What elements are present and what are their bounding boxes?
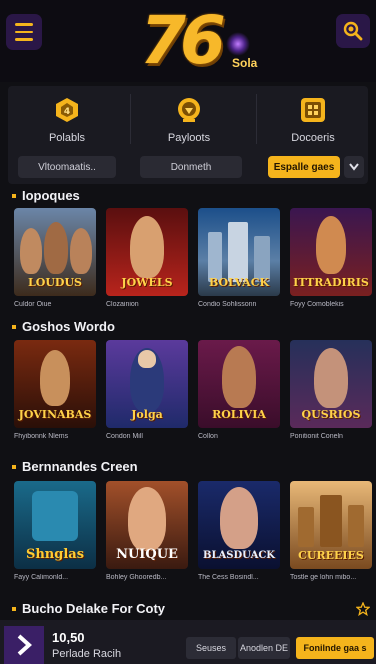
trophy-icon: 4 [53, 96, 81, 124]
game-caption: Ponitionit Coneln [290, 433, 343, 440]
filter-chip[interactable]: Donmeth [140, 156, 242, 178]
game-card[interactable]: ITTRADIRIS Foyy Comoblekis [290, 208, 372, 308]
game-card[interactable]: NUIQUE Bohley Ghooredb... [106, 481, 188, 581]
game-card[interactable]: JOVINABAS Fhyibonnk Nlems [14, 340, 96, 440]
filter-chip-active[interactable]: Espalle gaes [268, 156, 340, 178]
shield-icon [175, 96, 203, 124]
game-caption: Fhyibonnk Nlems [14, 433, 69, 440]
quick-item-docoeris[interactable]: Docoeris [258, 92, 368, 146]
game-card[interactable]: JOWELS Clozainion [106, 208, 188, 308]
game-caption: Bohley Ghooredb... [106, 574, 167, 581]
game-card[interactable]: BOLVACK Condio Sohlissonn [198, 208, 280, 308]
quick-item-label: Polabls [48, 132, 86, 144]
logo-number: 76 [140, 2, 226, 79]
search-button[interactable] [336, 14, 370, 48]
game-thumbnail: Jolga [106, 340, 188, 428]
section-bullet [12, 324, 16, 329]
game-card[interactable]: Jolga Condon Mill [106, 340, 188, 440]
game-art-title: CUREEIES [298, 549, 364, 562]
quick-menu-panel: 4 Polabls Payloots Docoeris Vltoomaatis.… [8, 86, 368, 184]
section-title: Bernnandes Creen [12, 459, 138, 474]
quick-item-payloots[interactable]: Payloots [134, 92, 244, 146]
game-thumbnail: ROLIVIA [198, 340, 280, 428]
site-logo[interactable]: 76 Sola [140, 2, 270, 80]
calendar-icon [299, 96, 327, 124]
next-button[interactable] [4, 626, 44, 664]
section-title-text: Bernnandes Creen [22, 459, 138, 474]
logo-sub: Sola [232, 56, 258, 70]
section-bullet [12, 606, 16, 611]
game-card[interactable]: CUREEIES Tostle ge lohn mibo... [290, 481, 372, 581]
game-thumbnail: CUREEIES [290, 481, 372, 569]
game-art-title: ITTRADIRIS [293, 276, 369, 289]
bottom-button[interactable]: Seuses [186, 637, 236, 659]
logo-glow [226, 32, 250, 56]
game-art-title: QUSRIOS [301, 408, 361, 421]
game-caption: Clozainion [106, 301, 139, 308]
game-card[interactable]: ROLIVIA Collon [198, 340, 280, 440]
chevron-down-button[interactable] [344, 156, 364, 178]
game-caption: Tostle ge lohn mibo... [290, 574, 357, 581]
section-bullet [12, 193, 16, 198]
game-caption: Foyy Comoblekis [290, 301, 344, 308]
hamburger-line [15, 38, 33, 41]
game-thumbnail: JOWELS [106, 208, 188, 296]
app-header: 76 Sola [0, 0, 376, 82]
game-thumbnail: BLASDUACK [198, 481, 280, 569]
quick-item-label: Docoeris [291, 132, 335, 144]
section-title: Iopoques [12, 188, 80, 203]
game-thumbnail: JOVINABAS [14, 340, 96, 428]
svg-text:4: 4 [64, 107, 70, 117]
game-caption: Condio Sohlissonn [198, 301, 257, 308]
chevron-down-icon [349, 163, 359, 171]
game-card[interactable]: QUSRIOS Ponitionit Coneln [290, 340, 372, 440]
search-icon [343, 21, 363, 41]
game-art-title: JOVINABAS [18, 408, 92, 421]
game-art-title: Shnglas [25, 547, 85, 562]
game-thumbnail: NUIQUE [106, 481, 188, 569]
game-caption: Culdor Oiue [14, 301, 52, 308]
game-caption: Condon Mill [106, 433, 143, 440]
game-thumbnail: QUSRIOS [290, 340, 372, 428]
game-card[interactable]: LOUDUS Culdor Oiue [14, 208, 96, 308]
game-card[interactable]: Shnglas Fayy Calimonld... [14, 481, 96, 581]
game-thumbnail: BOLVACK [198, 208, 280, 296]
section-bullet [12, 464, 16, 469]
menu-button[interactable] [6, 14, 42, 50]
game-art-title: ROLIVIA [212, 408, 266, 421]
filter-chip[interactable]: Vltoomaatis.. [18, 156, 116, 178]
section-title-text: Goshos Wordo [22, 319, 115, 334]
game-card[interactable]: BLASDUACK The Cess Bosindl... [198, 481, 280, 581]
balance-amount: 10,50 [52, 630, 85, 645]
bottom-button[interactable]: Anodlen DE [238, 637, 290, 659]
game-art-title: BLASDUACK [203, 550, 275, 561]
game-thumbnail: ITTRADIRIS [290, 208, 372, 296]
bottom-cta-button[interactable]: Fonilnde gaa s [296, 637, 374, 659]
section-title-text: Bucho Delake For Coty [22, 601, 166, 616]
quick-item-label: Payloots [167, 132, 211, 144]
game-art-title: JOWELS [121, 276, 173, 289]
chevron-right-icon [17, 634, 32, 656]
game-caption: Fayy Calimonld... [14, 574, 69, 581]
quick-item-polabls[interactable]: 4 Polabls [12, 92, 122, 146]
game-art-title: BOLVACK [208, 276, 270, 289]
balance-label: Perlade Racih [52, 648, 122, 660]
divider [130, 94, 131, 144]
section-title: Goshos Wordo [12, 319, 115, 334]
game-thumbnail: LOUDUS [14, 208, 96, 296]
game-art-title: LOUDUS [28, 276, 82, 289]
star-icon[interactable] [355, 601, 371, 621]
section-title: Bucho Delake For Coty [12, 601, 165, 616]
game-caption: Collon [198, 433, 218, 440]
game-thumbnail: Shnglas [14, 481, 96, 569]
hamburger-line [15, 23, 33, 26]
section-title-text: Iopoques [22, 188, 80, 203]
hamburger-line [15, 30, 33, 34]
divider [256, 94, 257, 144]
game-art-title: Jolga [131, 408, 163, 421]
game-art-title: NUIQUE [116, 547, 178, 562]
game-caption: The Cess Bosindl... [198, 574, 259, 581]
